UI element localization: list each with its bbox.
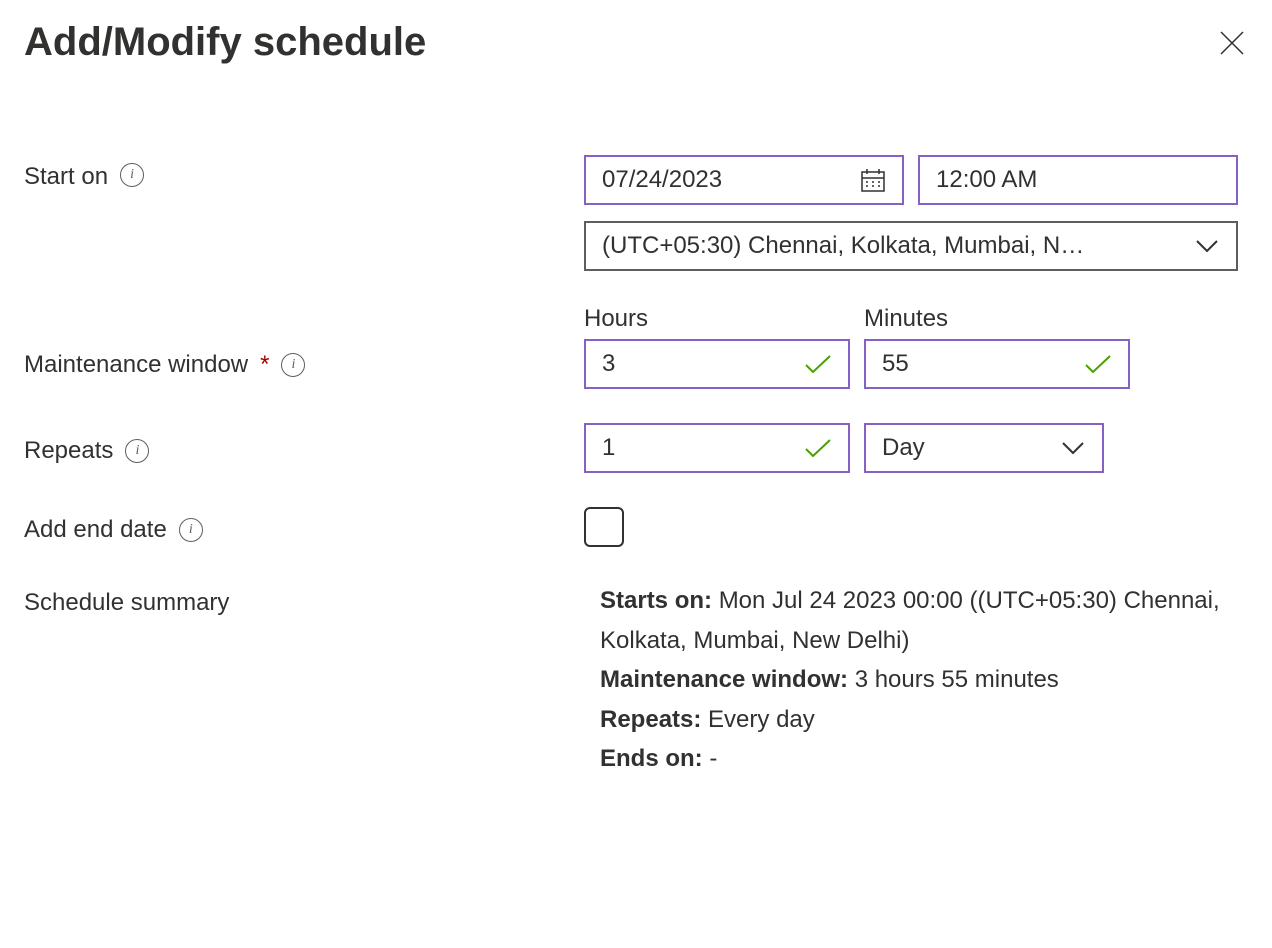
close-button[interactable] — [1216, 27, 1248, 59]
start-date-value: 07/24/2023 — [602, 166, 850, 194]
add-end-date-checkbox[interactable] — [584, 507, 624, 547]
start-date-input[interactable]: 07/24/2023 — [584, 155, 904, 205]
hours-label: Hours — [584, 305, 850, 333]
minutes-value: 55 — [882, 350, 1074, 378]
start-time-input[interactable]: 12:00 AM — [918, 155, 1238, 205]
maintenance-window-label: Maintenance window — [24, 351, 248, 379]
summary-mw-label: Maintenance window: — [600, 666, 848, 693]
required-indicator: * — [260, 351, 269, 379]
repeats-label: Repeats — [24, 437, 113, 465]
hours-value: 3 — [602, 350, 794, 378]
summary-starts-on-label: Starts on: — [600, 587, 712, 614]
summary-ends-on-label: Ends on: — [600, 745, 703, 772]
dialog-title: Add/Modify schedule — [24, 20, 426, 65]
checkmark-icon — [804, 354, 832, 374]
summary-mw-value: 3 hours 55 minutes — [855, 666, 1059, 693]
chevron-down-icon — [1194, 238, 1220, 254]
checkmark-icon — [1084, 354, 1112, 374]
hours-input[interactable]: 3 — [584, 339, 850, 389]
minutes-input[interactable]: 55 — [864, 339, 1130, 389]
info-icon[interactable]: i — [179, 518, 203, 542]
start-time-value: 12:00 AM — [936, 166, 1220, 194]
info-icon[interactable]: i — [125, 439, 149, 463]
schedule-summary-label: Schedule summary — [24, 589, 229, 617]
timezone-select[interactable]: (UTC+05:30) Chennai, Kolkata, Mumbai, N… — [584, 221, 1238, 271]
start-on-label: Start on — [24, 163, 108, 191]
add-end-date-label: Add end date — [24, 516, 167, 544]
repeat-unit-select[interactable]: Day — [864, 423, 1104, 473]
repeat-count-value: 1 — [602, 434, 794, 462]
summary-repeats-value: Every day — [708, 706, 815, 733]
summary-repeats-label: Repeats: — [600, 706, 701, 733]
minutes-label: Minutes — [864, 305, 1130, 333]
chevron-down-icon — [1060, 440, 1086, 456]
calendar-icon — [860, 167, 886, 193]
info-icon[interactable]: i — [281, 353, 305, 377]
close-icon — [1219, 30, 1245, 56]
checkmark-icon — [804, 438, 832, 458]
summary-ends-on-value: - — [709, 745, 717, 772]
schedule-summary-text: Starts on: Mon Jul 24 2023 00:00 ((UTC+0… — [584, 581, 1248, 779]
repeat-unit-value: Day — [882, 434, 1050, 462]
info-icon[interactable]: i — [120, 163, 144, 187]
repeat-count-input[interactable]: 1 — [584, 423, 850, 473]
timezone-value: (UTC+05:30) Chennai, Kolkata, Mumbai, N… — [602, 232, 1184, 260]
